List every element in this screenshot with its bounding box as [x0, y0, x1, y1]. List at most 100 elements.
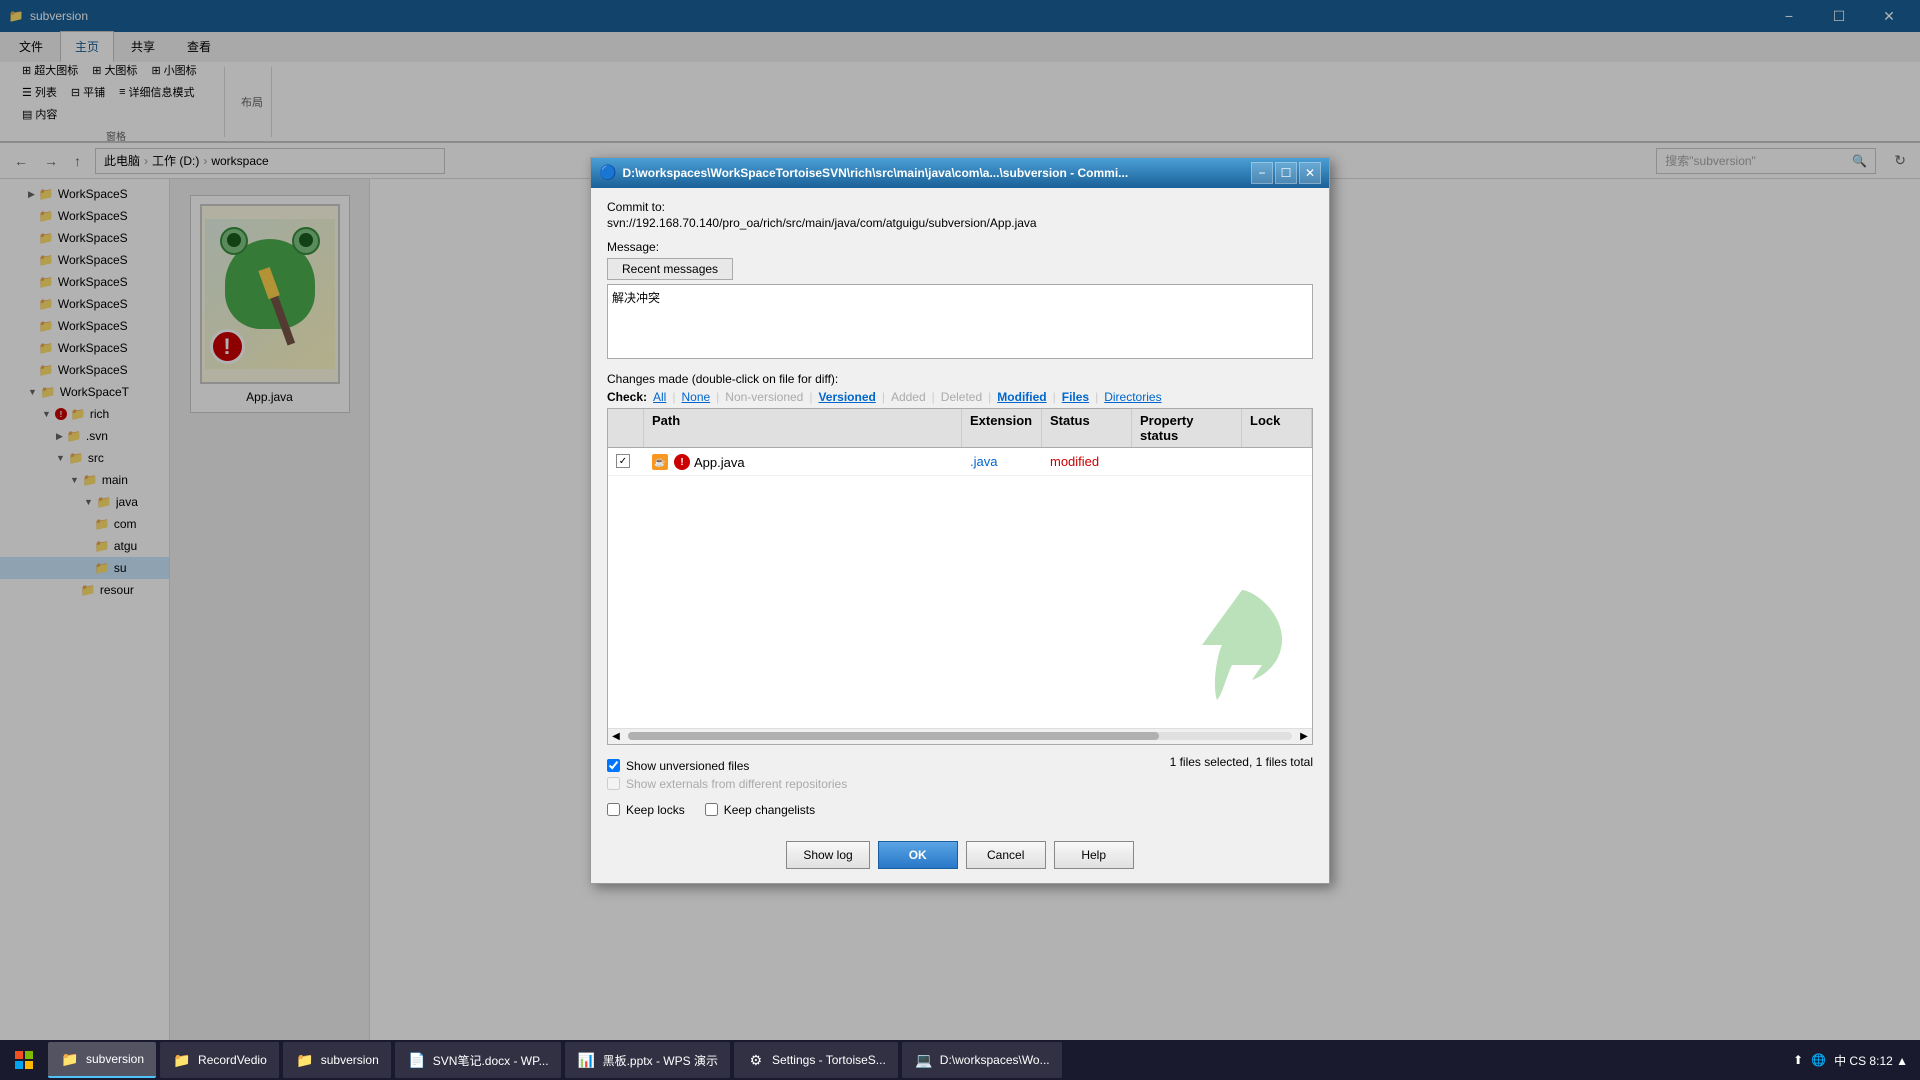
- filter-all[interactable]: All: [653, 390, 666, 404]
- file-path-cell[interactable]: ☕ ! App.java: [644, 451, 962, 473]
- show-unversioned-checkbox[interactable]: [607, 759, 620, 772]
- file-table-header: Path Extension Status Property status Lo…: [608, 409, 1312, 448]
- taskbar-label-6: Settings - TortoiseS...: [772, 1053, 886, 1067]
- header-check: [608, 409, 644, 447]
- header-path[interactable]: Path: [644, 409, 962, 447]
- keep-locks-label[interactable]: Keep locks: [626, 803, 685, 817]
- dialog-close-btn[interactable]: ✕: [1299, 162, 1321, 184]
- keep-changelists-label[interactable]: Keep changelists: [724, 803, 815, 817]
- show-unversioned-label[interactable]: Show unversioned files: [626, 759, 749, 773]
- bottom-options: Show unversioned files Show externals fr…: [607, 751, 847, 797]
- header-lock[interactable]: Lock: [1242, 409, 1312, 447]
- horizontal-scrollbar[interactable]: ◀ ▶: [608, 728, 1312, 744]
- taskbar-ppt-icon: 📊: [577, 1050, 597, 1070]
- taskbar-recordvedio[interactable]: 📁 RecordVedio: [160, 1042, 279, 1078]
- header-property-status[interactable]: Property status: [1132, 409, 1242, 447]
- file-name: App.java: [694, 455, 745, 470]
- taskbar-folder-icon-2: 📁: [172, 1050, 192, 1070]
- dialog-title-bar: 🔵 D:\workspaces\WorkSpaceTortoiseSVN\ric…: [591, 158, 1329, 188]
- show-log-button[interactable]: Show log: [786, 841, 869, 869]
- taskbar-label-4: SVN笔记.docx - WP...: [433, 1052, 549, 1069]
- start-button[interactable]: [4, 1042, 44, 1078]
- filter-bar: Check: All | None | Non-versioned | Vers…: [607, 390, 1313, 404]
- commit-url: svn://192.168.70.140/pro_oa/rich/src/mai…: [607, 216, 1313, 230]
- filter-modified[interactable]: Modified: [997, 390, 1046, 404]
- taskbar-computer-icon: 💻: [914, 1050, 934, 1070]
- keep-locks-checkbox[interactable]: [607, 803, 620, 816]
- taskbar-label-5: 黑板.pptx - WPS 演示: [603, 1052, 718, 1069]
- keep-locks-row: Keep locks: [607, 801, 685, 819]
- cancel-button[interactable]: Cancel: [966, 841, 1046, 869]
- dialog-overlay: 🔵 D:\workspaces\WorkSpaceTortoiseSVN\ric…: [0, 0, 1920, 1040]
- taskbar-network-icon[interactable]: 🌐: [1811, 1053, 1826, 1067]
- show-externals-checkbox: [607, 777, 620, 790]
- filter-none[interactable]: None: [681, 390, 710, 404]
- filter-files[interactable]: Files: [1062, 390, 1089, 404]
- file-status: modified: [1050, 454, 1099, 469]
- dialog-icon: 🔵: [599, 164, 616, 181]
- taskbar-folder-icon-1: 📁: [60, 1049, 80, 1069]
- taskbar-label-1: subversion: [86, 1052, 144, 1066]
- show-externals-row: Show externals from different repositori…: [607, 775, 847, 793]
- taskbar-clock: 中 CS 8:12 ▲: [1834, 1052, 1908, 1069]
- scroll-track[interactable]: [628, 732, 1292, 740]
- scroll-thumb[interactable]: [628, 732, 1159, 740]
- taskbar-doc-icon: 📄: [407, 1050, 427, 1070]
- recent-messages-button[interactable]: Recent messages: [607, 258, 733, 280]
- file-status-cell: modified: [1042, 452, 1132, 471]
- taskbar-settings-icon: ⚙: [746, 1050, 766, 1070]
- taskbar-system-tray: ⬆ 🌐 中 CS 8:12 ▲: [1793, 1052, 1916, 1069]
- file-ext-cell: .java: [962, 452, 1042, 471]
- filter-non-versioned: Non-versioned: [725, 390, 803, 404]
- file-checkbox-cell[interactable]: ✓: [608, 452, 644, 470]
- taskbar-settings[interactable]: ⚙ Settings - TortoiseS...: [734, 1042, 898, 1078]
- taskbar-arrow-up[interactable]: ⬆: [1793, 1053, 1803, 1067]
- taskbar-subversion-1[interactable]: 📁 subversion: [48, 1042, 156, 1078]
- file-checkbox[interactable]: ✓: [616, 454, 630, 468]
- message-input[interactable]: 解决冲突: [607, 284, 1313, 359]
- check-label: Check:: [607, 390, 647, 404]
- commit-dialog: 🔵 D:\workspaces\WorkSpaceTortoiseSVN\ric…: [590, 157, 1330, 884]
- filter-added: Added: [891, 390, 926, 404]
- keep-changelists-checkbox[interactable]: [705, 803, 718, 816]
- java-file-icon: ☕: [652, 454, 668, 470]
- keep-options: Keep locks Keep changelists: [607, 801, 1313, 819]
- scroll-right-arrow[interactable]: ▶: [1296, 731, 1312, 742]
- file-prop-cell: [1132, 459, 1242, 463]
- filter-versioned[interactable]: Versioned: [818, 390, 875, 404]
- message-label: Message:: [607, 240, 1313, 254]
- changes-label: Changes made (double-click on file for d…: [607, 372, 1313, 386]
- taskbar-folder-icon-3: 📁: [295, 1050, 315, 1070]
- taskbar: 📁 subversion 📁 RecordVedio 📁 subversion …: [0, 1040, 1920, 1080]
- svn-modified-icon: !: [674, 454, 690, 470]
- ok-button[interactable]: OK: [878, 841, 958, 869]
- commit-to-label: Commit to:: [607, 200, 1313, 214]
- dialog-title-text: D:\workspaces\WorkSpaceTortoiseSVN\rich\…: [622, 166, 1251, 180]
- file-count: 1 files selected, 1 files total: [1170, 751, 1313, 773]
- show-unversioned-row: Show unversioned files: [607, 757, 847, 775]
- taskbar-blackboard[interactable]: 📊 黑板.pptx - WPS 演示: [565, 1042, 730, 1078]
- svn-watermark: [1192, 585, 1292, 708]
- file-table-body: ✓ ☕ ! App.java .java: [608, 448, 1312, 728]
- scroll-left-arrow[interactable]: ◀: [608, 731, 624, 742]
- header-status[interactable]: Status: [1042, 409, 1132, 447]
- taskbar-workspaces[interactable]: 💻 D:\workspaces\Wo...: [902, 1042, 1062, 1078]
- filter-directories[interactable]: Directories: [1104, 390, 1161, 404]
- dialog-buttons: Show log OK Cancel Help: [591, 831, 1329, 883]
- taskbar-label-2: RecordVedio: [198, 1053, 267, 1067]
- help-button[interactable]: Help: [1054, 841, 1134, 869]
- taskbar-label-3: subversion: [321, 1053, 379, 1067]
- header-extension[interactable]: Extension: [962, 409, 1042, 447]
- show-externals-label: Show externals from different repositori…: [626, 777, 847, 791]
- dialog-maximize-btn[interactable]: ☐: [1275, 162, 1297, 184]
- dialog-body: Commit to: svn://192.168.70.140/pro_oa/r…: [591, 188, 1329, 831]
- table-row: ✓ ☕ ! App.java .java: [608, 448, 1312, 477]
- taskbar-svnnotes[interactable]: 📄 SVN笔记.docx - WP...: [395, 1042, 561, 1078]
- dialog-minimize-btn[interactable]: −: [1251, 162, 1273, 184]
- file-extension: .java: [970, 454, 997, 469]
- changes-section: Changes made (double-click on file for d…: [607, 372, 1313, 797]
- file-lock-cell: [1242, 459, 1312, 463]
- taskbar-label-7: D:\workspaces\Wo...: [940, 1053, 1050, 1067]
- filter-deleted: Deleted: [941, 390, 982, 404]
- taskbar-subversion-2[interactable]: 📁 subversion: [283, 1042, 391, 1078]
